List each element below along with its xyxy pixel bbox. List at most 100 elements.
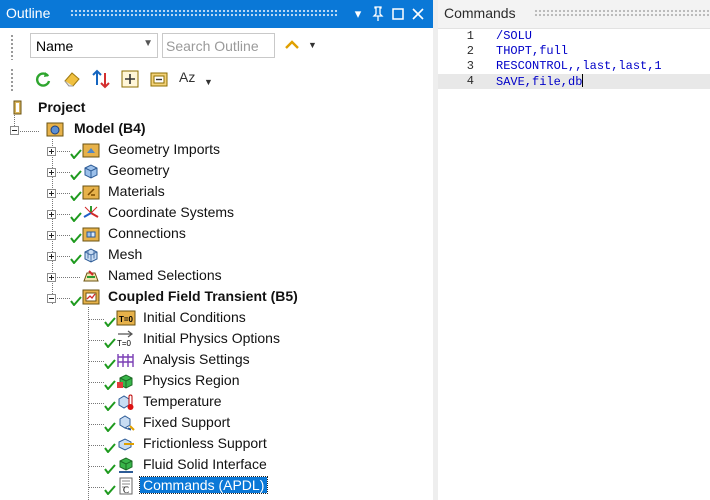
search-options-dropdown-icon[interactable]: ▼ bbox=[308, 40, 317, 50]
tree-node-physics-region[interactable]: Physics Region bbox=[0, 370, 433, 391]
commands-editor[interactable]: 1 /SOLU 2 THOPT,full 3 RESCONTROL,,last,… bbox=[438, 29, 710, 89]
expand-toggle[interactable] bbox=[47, 252, 56, 261]
code-text[interactable]: /SOLU bbox=[496, 29, 532, 44]
panel-dropdown-icon[interactable]: ▾ bbox=[349, 4, 367, 24]
check-icon bbox=[70, 233, 82, 243]
close-icon[interactable] bbox=[409, 4, 427, 24]
tree-label: Mesh bbox=[108, 246, 143, 262]
tree-node-named-selections[interactable]: Named Selections bbox=[0, 265, 433, 286]
tree-guide bbox=[57, 193, 71, 194]
tree-guide bbox=[57, 298, 71, 299]
line-number: 3 bbox=[466, 59, 474, 73]
chevron-down-icon: ▼ bbox=[143, 38, 153, 49]
alphabetical-sort-icon[interactable]: Az bbox=[179, 69, 195, 85]
refresh-icon[interactable] bbox=[32, 68, 54, 90]
filter-select-value: Name bbox=[36, 38, 74, 54]
collapse-toggle[interactable] bbox=[10, 126, 19, 135]
tree-label: Named Selections bbox=[108, 267, 222, 283]
commands-panel: Commands 1 /SOLU 2 THOPT,full 3 RESCONTR… bbox=[438, 0, 710, 500]
svg-text:C: C bbox=[123, 485, 129, 495]
outline-title-grip[interactable] bbox=[70, 9, 338, 18]
search-outline-field[interactable] bbox=[162, 33, 275, 58]
toolbar-grip[interactable] bbox=[10, 34, 14, 60]
tree-node-geometry[interactable]: Geometry bbox=[0, 160, 433, 181]
initial-conditions-icon: T=0 bbox=[116, 309, 136, 326]
tree-label: Frictionless Support bbox=[143, 435, 267, 451]
tree-guide bbox=[89, 487, 105, 488]
code-text[interactable]: THOPT,full bbox=[496, 44, 568, 59]
geometry-imports-icon bbox=[82, 141, 100, 158]
tree-label: Project bbox=[38, 99, 86, 115]
code-line[interactable]: 3 RESCONTROL,,last,last,1 bbox=[438, 59, 710, 74]
tree-label: Physics Region bbox=[143, 372, 240, 388]
code-text[interactable]: SAVE,file,db bbox=[496, 75, 582, 89]
check-icon bbox=[104, 464, 116, 474]
model-icon bbox=[46, 120, 64, 137]
collapse-all-icon[interactable] bbox=[148, 68, 170, 90]
expand-toggle[interactable] bbox=[47, 189, 56, 198]
tree-guide bbox=[89, 445, 105, 446]
tree-node-connections[interactable]: Connections bbox=[0, 223, 433, 244]
expand-toggle[interactable] bbox=[47, 210, 56, 219]
check-icon bbox=[104, 317, 116, 327]
tree-label: Commands (APDL) bbox=[138, 476, 269, 494]
tree-node-commands-apdl[interactable]: C Commands (APDL) bbox=[0, 475, 433, 496]
materials-icon bbox=[82, 183, 100, 200]
tree-node-coupled-field-transient[interactable]: Coupled Field Transient (B5) bbox=[0, 286, 433, 307]
tree-node-fixed-support[interactable]: Fixed Support bbox=[0, 412, 433, 433]
tree-node-materials[interactable]: Materials bbox=[0, 181, 433, 202]
maximize-icon[interactable] bbox=[389, 4, 407, 24]
filter-select[interactable]: Name ▼ bbox=[30, 33, 158, 58]
sort-dropdown-icon[interactable]: ▼ bbox=[204, 77, 213, 87]
project-icon bbox=[12, 100, 28, 116]
code-line-current[interactable]: 4 SAVE,file,db bbox=[438, 74, 710, 89]
check-icon bbox=[104, 380, 116, 390]
tree-guide bbox=[57, 172, 71, 173]
expand-toggle[interactable] bbox=[47, 147, 56, 156]
check-icon bbox=[70, 149, 82, 159]
analysis-settings-icon bbox=[116, 351, 134, 367]
expand-toggle[interactable] bbox=[47, 273, 56, 282]
sort-arrows-icon[interactable] bbox=[90, 68, 112, 90]
tree-label: Geometry bbox=[108, 162, 170, 178]
line-number: 4 bbox=[466, 74, 474, 88]
tree-label: Coupled Field Transient (B5) bbox=[108, 288, 298, 304]
tree-guide bbox=[89, 424, 105, 425]
tree-node-model[interactable]: Model (B4) bbox=[0, 118, 433, 139]
tree-node-fluid-solid-interface[interactable]: Fluid Solid Interface bbox=[0, 454, 433, 475]
tree-node-mesh[interactable]: Mesh bbox=[0, 244, 433, 265]
expand-toggle[interactable] bbox=[47, 168, 56, 177]
tree-node-initial-physics-options[interactable]: T=0 Initial Physics Options bbox=[0, 328, 433, 349]
expand-toggle[interactable] bbox=[47, 231, 56, 240]
code-line[interactable]: 1 /SOLU bbox=[438, 29, 710, 44]
tree-guide bbox=[89, 340, 105, 341]
code-text-current[interactable]: SAVE,file,db bbox=[496, 74, 584, 90]
tree-node-temperature[interactable]: Temperature bbox=[0, 391, 433, 412]
tree-label: Connections bbox=[108, 225, 186, 241]
tree-label: Fixed Support bbox=[143, 414, 231, 430]
line-number: 2 bbox=[466, 44, 474, 58]
code-line[interactable]: 2 THOPT,full bbox=[438, 44, 710, 59]
code-text[interactable]: RESCONTROL,,last,last,1 bbox=[496, 59, 662, 74]
collapse-toggle[interactable] bbox=[47, 294, 56, 303]
tree-label: Coordinate Systems bbox=[108, 204, 235, 220]
pin-icon[interactable] bbox=[369, 4, 387, 24]
fixed-support-icon bbox=[116, 414, 135, 431]
tree-node-analysis-settings[interactable]: Analysis Settings bbox=[0, 349, 433, 370]
clear-icon[interactable] bbox=[61, 68, 83, 90]
check-icon bbox=[104, 485, 116, 495]
expand-all-icon[interactable] bbox=[119, 68, 141, 90]
tree-label: Analysis Settings bbox=[143, 351, 250, 367]
tree-node-initial-conditions[interactable]: T=0 Initial Conditions bbox=[0, 307, 433, 328]
tree-node-frictionless-support[interactable]: Frictionless Support bbox=[0, 433, 433, 454]
mesh-icon bbox=[82, 246, 98, 263]
commands-title-grip[interactable] bbox=[534, 9, 710, 18]
tree-node-project[interactable]: Project bbox=[0, 97, 433, 118]
analysis-icon bbox=[82, 288, 100, 305]
search-up-icon[interactable] bbox=[282, 34, 302, 56]
thermometer-icon bbox=[116, 393, 134, 410]
search-input[interactable] bbox=[166, 35, 271, 56]
toolbar-grip[interactable] bbox=[10, 68, 14, 92]
tree-node-geometry-imports[interactable]: Geometry Imports bbox=[0, 139, 433, 160]
tree-node-coordinate-systems[interactable]: Coordinate Systems bbox=[0, 202, 433, 223]
